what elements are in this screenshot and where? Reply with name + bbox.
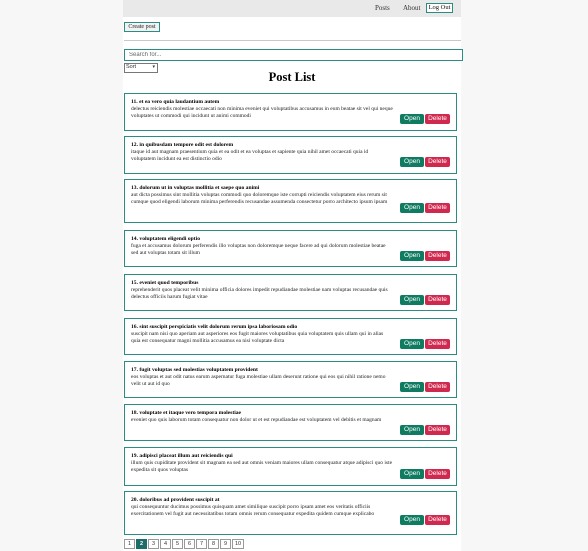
post-content: 14. voluptatem eligendi optio fuga et acc… (131, 236, 393, 257)
open-post-button[interactable]: Open (400, 424, 424, 435)
post-content: 11. et ea vero quia laudantium autem dele… (131, 99, 393, 120)
post-content: 18. voluptate et itaque vero tempora mol… (131, 410, 393, 424)
nav-link-posts[interactable]: Posts (375, 4, 390, 12)
page-button[interactable]: 4 (160, 539, 171, 549)
open-post-button[interactable]: Open (400, 203, 424, 213)
post-item: 20. doloribus ad provident suscipit at qu… (124, 491, 457, 535)
page-button[interactable]: 10 (232, 539, 245, 549)
post-title: 15. eveniet quod temporibus (131, 280, 199, 286)
post-content: 17. fugit voluptas sed molestias volupta… (131, 367, 393, 388)
post-body: reprehenderit quos placeat velit minima … (131, 287, 388, 300)
post-title: 13. dolorum ut in voluptas mollitia et s… (131, 185, 260, 191)
open-post-button[interactable]: Open (400, 381, 424, 392)
page-button[interactable]: 5 (172, 539, 183, 549)
post-actions: Open Delete (400, 508, 450, 525)
post-actions: Open Delete (400, 462, 450, 479)
post-actions: Open Delete (400, 107, 450, 124)
post-body: itaque id aut magnam praesentium quia et… (131, 149, 369, 162)
post-item: 11. et ea vero quia laudantium autem dele… (124, 93, 457, 131)
nav-link-about[interactable]: About (403, 4, 421, 12)
page-button[interactable]: 9 (220, 539, 231, 549)
post-body: delectus reiciendis molestiae occaecati … (131, 106, 393, 119)
post-content: 15. eveniet quod temporibus reprehenderit… (131, 280, 393, 301)
page-button[interactable]: 7 (196, 539, 207, 549)
delete-post-button[interactable]: Delete (425, 203, 450, 213)
pagination: 1 2 3 4 5 6 7 8 9 10 (124, 539, 245, 549)
logout-button[interactable]: Log Out (426, 3, 453, 13)
post-actions: Open Delete (400, 288, 450, 305)
open-post-button[interactable]: Open (400, 294, 424, 305)
delete-post-button[interactable]: Delete (425, 157, 450, 167)
page-button[interactable]: 6 (184, 539, 195, 549)
post-body: eveniet quo quis laborum totam consequat… (131, 417, 382, 423)
page-button[interactable]: 1 (124, 539, 135, 549)
post-content: 19. adipisci placeat illum aut reiciendi… (131, 453, 393, 474)
post-title: 16. sint suscipit perspiciatis velit dol… (131, 324, 298, 330)
post-item: 15. eveniet quod temporibus reprehenderit… (124, 274, 457, 311)
post-item: 12. in quibusdam tempore odit est dolore… (124, 136, 457, 174)
delete-post-button[interactable]: Delete (425, 424, 450, 435)
post-content: 16. sint suscipit perspiciatis velit dol… (131, 324, 393, 345)
post-content: 20. doloribus ad provident suscipit at qu… (131, 497, 393, 518)
post-title: 17. fugit voluptas sed molestias volupta… (131, 367, 258, 373)
post-actions: Open Delete (400, 244, 450, 261)
page-button[interactable]: 8 (208, 539, 219, 549)
post-actions: Open Delete (400, 418, 450, 435)
post-body: suscipit nam nisi quo aperiam aut asperi… (131, 331, 384, 344)
post-title: 18. voluptate et itaque vero tempora mol… (131, 410, 242, 416)
post-title: 12. in quibusdam tempore odit est dolore… (131, 142, 234, 148)
post-item: 18. voluptate et itaque vero tempora mol… (124, 404, 457, 441)
open-post-button[interactable]: Open (400, 114, 424, 124)
open-post-button[interactable]: Open (400, 157, 424, 167)
post-body: illum quis cupiditate provident sit magn… (131, 460, 393, 473)
delete-post-button[interactable]: Delete (425, 515, 450, 525)
open-post-button[interactable]: Open (400, 338, 424, 349)
delete-post-button[interactable]: Delete (425, 468, 450, 479)
create-post-button[interactable]: Create post (124, 22, 160, 32)
page-title: Post List (268, 70, 316, 84)
post-content: 12. in quibusdam tempore odit est dolore… (131, 142, 393, 163)
post-title: 20. doloribus ad provident suscipit at (131, 497, 220, 503)
open-post-button[interactable]: Open (400, 468, 424, 479)
post-actions: Open Delete (400, 332, 450, 349)
post-item: 14. voluptatem eligendi optio fuga et acc… (124, 230, 457, 267)
post-actions: Open Delete (400, 150, 450, 167)
post-actions: Open Delete (400, 375, 450, 392)
post-item: 19. adipisci placeat illum aut reiciendi… (124, 447, 457, 486)
delete-post-button[interactable]: Delete (425, 250, 450, 261)
post-title: 14. voluptatem eligendi optio (131, 236, 200, 242)
delete-post-button[interactable]: Delete (425, 381, 450, 392)
post-title: 11. et ea vero quia laudantium autem (131, 99, 220, 105)
post-content: 13. dolorum ut in voluptas mollitia et s… (131, 185, 393, 206)
post-title: 19. adipisci placeat illum aut reiciendi… (131, 453, 233, 459)
post-body: fuga et accusamus dolorum perferendis il… (131, 243, 386, 256)
open-post-button[interactable]: Open (400, 515, 424, 525)
post-body: qui consequuntur ducimus possimus quisqu… (131, 504, 375, 517)
app-container: Posts About Log Out Create post Sort ▾ P… (123, 0, 463, 551)
page-button[interactable]: 3 (148, 539, 159, 549)
post-actions: Open Delete (400, 196, 450, 213)
navbar: Posts About Log Out (123, 0, 461, 17)
post-body: eos voluptas et aut odit natus earum asp… (131, 374, 386, 387)
post-item: 17. fugit voluptas sed molestias volupta… (124, 361, 457, 398)
post-item: 16. sint suscipit perspiciatis velit dol… (124, 318, 457, 355)
open-post-button[interactable]: Open (400, 250, 424, 261)
post-body: aut dicta possimus sint mollitia volupta… (131, 192, 388, 205)
delete-post-button[interactable]: Delete (425, 114, 450, 124)
search-input[interactable] (124, 49, 463, 61)
page-button[interactable]: 2 (136, 539, 147, 549)
post-item: 13. dolorum ut in voluptas mollitia et s… (124, 179, 457, 223)
divider (124, 40, 461, 41)
delete-post-button[interactable]: Delete (425, 294, 450, 305)
delete-post-button[interactable]: Delete (425, 338, 450, 349)
